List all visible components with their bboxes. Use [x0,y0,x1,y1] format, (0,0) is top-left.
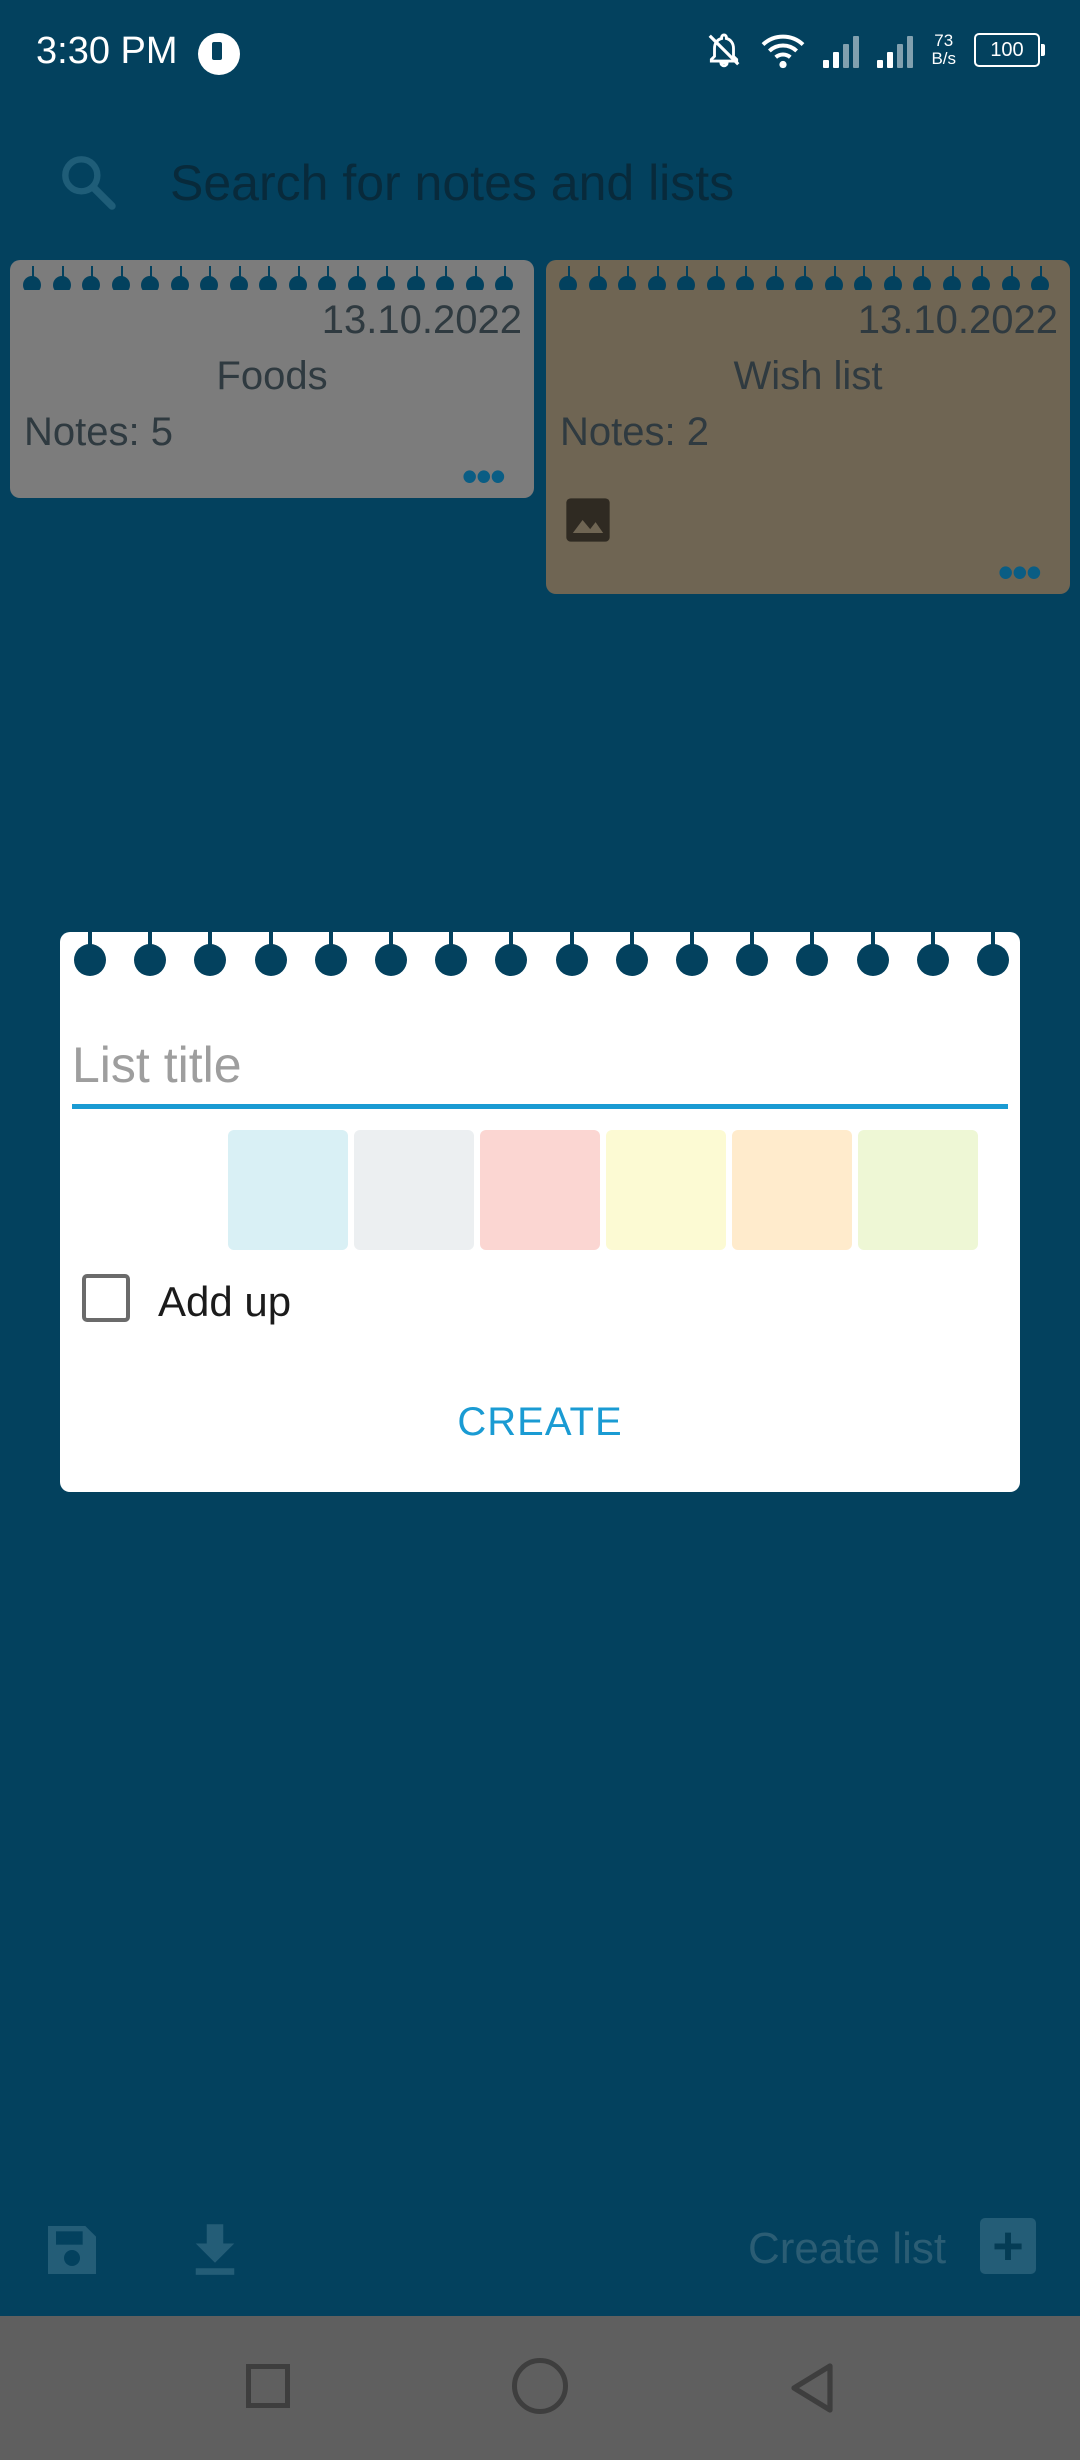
spiral-hole [736,266,754,290]
spiral-hole [676,932,708,976]
spiral-hole [82,266,100,290]
card-title: Foods [216,354,328,398]
spiral-hole [706,266,725,290]
color-picker [228,1130,978,1250]
spiral-hole [555,932,588,976]
spiral-hole [288,266,307,290]
more-options-icon[interactable]: ••• [462,453,506,499]
spiral-hole [229,266,248,290]
card-notes-count: Notes: 2 [560,410,709,454]
spiral-hole [141,266,159,290]
spiral-hole [824,266,843,290]
spiral-hole [647,266,666,290]
back-icon[interactable] [786,2360,838,2416]
color-swatch-1[interactable] [228,1130,348,1250]
system-nav-bar [0,2316,1080,2460]
spiral-hole [795,266,813,290]
spiral-hole [435,932,468,976]
color-swatch-6[interactable] [858,1130,978,1250]
spiral-hole [406,266,425,290]
spiral-hole [736,932,769,976]
spiral-hole [170,266,189,290]
spiral-hole [588,266,607,290]
spiral-hole [347,266,366,290]
status-bar: 3:30 PM 73 B/s 100 [0,0,1080,110]
add-list-icon[interactable]: + [980,2218,1036,2274]
spiral-hole [883,266,902,290]
spiral-hole [254,932,287,976]
spiral-hole [436,266,454,290]
color-swatch-3[interactable] [480,1130,600,1250]
spiral-hole [942,266,961,290]
list-card-wish-list[interactable]: 13.10.2022 Wish list Notes: 2 ••• [546,260,1070,595]
bottom-toolbar: Create list + [0,2200,1080,2320]
spiral-hole [495,932,528,976]
spiral-hole [856,932,889,976]
spiral-hole [259,266,277,290]
spiral-hole [23,266,41,290]
bell-off-icon [709,33,740,68]
spiral-hole [200,266,218,290]
spiral-binding [546,266,1070,290]
save-icon[interactable] [40,2218,104,2282]
spiral-hole [375,932,407,976]
create-list-dialog: Add up CREATE [60,932,1020,1492]
spiral-hole [559,266,577,290]
spiral-hole [495,266,513,290]
list-card-foods[interactable]: 13.10.2022 Foods Notes: 5 ••• [10,260,534,499]
spiral-hole [677,266,695,290]
search-input[interactable] [168,152,1012,214]
spiral-binding [10,266,534,290]
status-time: 3:30 PM [36,30,178,72]
battery-icon: 100 [974,33,1045,67]
spiral-hole [1001,266,1020,290]
spiral-hole [194,932,227,976]
spiral-hole [854,266,872,290]
spiral-hole [615,932,648,976]
spiral-hole [465,266,484,290]
color-swatch-2[interactable] [354,1130,474,1250]
spiral-hole [314,932,347,976]
spiral-hole [977,932,1009,976]
list-title-input[interactable] [72,1026,1008,1109]
card-notes-count: Notes: 5 [24,410,173,454]
more-options-icon[interactable]: ••• [998,549,1042,595]
add-up-label: Add up [158,1278,292,1325]
card-date: 13.10.2022 [857,298,1058,342]
card-title: Wish list [733,354,883,398]
app-notification-icon [198,33,240,75]
spiral-hole [74,932,106,976]
create-button[interactable]: CREATE [440,1392,640,1452]
spiral-hole [765,266,784,290]
spiral-hole [618,266,636,290]
download-icon[interactable] [182,2216,248,2282]
color-swatch-4[interactable] [606,1130,726,1250]
wifi-icon [762,34,805,69]
spiral-hole [913,266,931,290]
spiral-hole [972,266,990,290]
net-speed: 73 B/s [931,31,956,68]
card-date: 13.10.2022 [321,298,522,342]
recent-apps-button[interactable] [246,2364,290,2408]
add-up-checkbox[interactable] [82,1274,130,1322]
spiral-hole [111,266,130,290]
search-bar[interactable] [56,140,1036,226]
home-button[interactable] [512,2358,568,2414]
spiral-hole [52,266,71,290]
image-icon [566,498,610,542]
spiral-hole [377,266,395,290]
signal-icon-1 [823,32,860,68]
create-list-label[interactable]: Create list [748,2224,946,2274]
color-swatch-5[interactable] [732,1130,852,1250]
spiral-hole [916,932,949,976]
spiral-hole [134,932,167,976]
spiral-binding [60,932,1020,980]
spiral-hole [796,932,829,976]
spiral-hole [318,266,336,290]
signal-icon-2 [877,32,914,68]
spiral-hole [1031,266,1049,290]
search-icon [62,156,116,210]
status-icons: 73 B/s 100 [705,30,1045,70]
